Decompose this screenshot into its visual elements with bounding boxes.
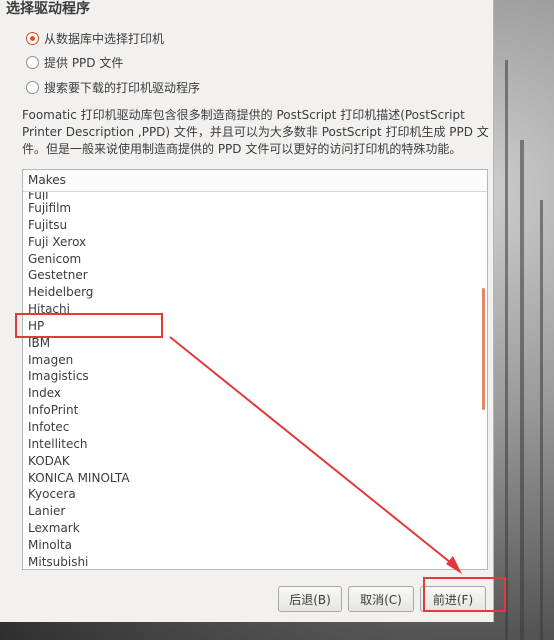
annotation-arrow-icon (169, 336, 462, 574)
